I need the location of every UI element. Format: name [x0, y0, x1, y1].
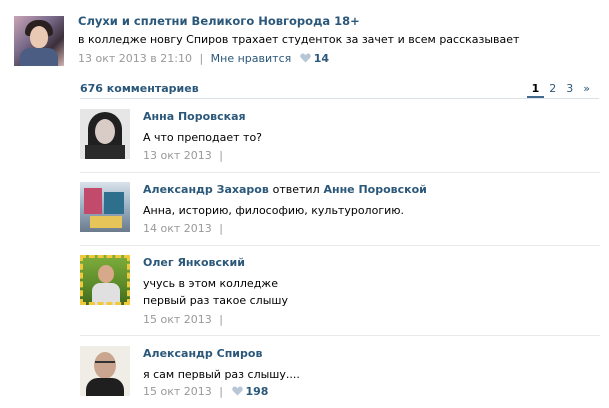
commenter-avatar[interactable]	[80, 182, 130, 232]
post-date[interactable]: 13 окт 2013 в 21:10	[78, 52, 192, 65]
avatar-shape	[84, 188, 102, 214]
meta-separator: |	[199, 52, 204, 65]
reply-word: ответил	[272, 183, 320, 196]
comment-author-line: Александр Захаров ответил Анне Поровской	[143, 183, 427, 196]
comment-meta: 13 окт 2013 |	[143, 149, 223, 162]
comment-text-line: учусь в этом колледже	[143, 277, 278, 290]
avatar-frame	[80, 255, 130, 305]
group-avatar[interactable]	[14, 16, 64, 66]
comment-text: я сам первый раз слышу....	[143, 368, 300, 381]
heart-icon[interactable]	[300, 53, 311, 66]
comment-date[interactable]: 14 окт 2013	[143, 222, 212, 235]
page-2-link[interactable]: 2	[544, 80, 561, 98]
avatar-face	[95, 119, 115, 144]
avatar-face	[30, 26, 48, 48]
comment-text: учусь в этом колледже первый раз такое с…	[143, 275, 288, 309]
comment-date[interactable]: 15 окт 2013	[143, 385, 212, 398]
comment-item: Александр Спиров я сам первый раз слышу.…	[80, 346, 600, 406]
post-author-link[interactable]: Слухи и сплетни Великого Новгорода 18+	[78, 14, 360, 28]
heart-icon[interactable]	[231, 386, 243, 399]
like-count[interactable]: 14	[314, 52, 329, 65]
comment-text: А что преподает то?	[143, 131, 263, 144]
header-divider	[80, 98, 599, 99]
comment-divider	[80, 172, 600, 173]
pagination: 1 2 3 »	[526, 80, 595, 98]
comment-divider	[80, 335, 600, 336]
post-meta: 13 окт 2013 в 21:10 | Мне нравится 14	[78, 52, 329, 66]
comment-text: Анна, историю, философию, культурологию.	[143, 204, 405, 217]
like-count[interactable]: 198	[246, 385, 269, 398]
comments-count-header[interactable]: 676 комментариев	[80, 82, 199, 95]
meta-separator: |	[219, 222, 223, 235]
comment-divider	[80, 245, 600, 246]
comment-date[interactable]: 15 окт 2013	[143, 313, 212, 326]
commenter-avatar[interactable]	[80, 255, 130, 305]
page-3-link[interactable]: 3	[561, 80, 578, 98]
avatar-shape	[90, 216, 122, 228]
comment-date[interactable]: 13 окт 2013	[143, 149, 212, 162]
comment-meta: 15 окт 2013 |	[143, 313, 223, 326]
comment-meta: 15 окт 2013 | 198	[143, 385, 268, 399]
like-button[interactable]: Мне нравится	[211, 52, 292, 65]
page-1-link[interactable]: 1	[526, 80, 545, 98]
comment-author-link[interactable]: Анна Поровская	[143, 110, 246, 123]
comment-item: Александр Захаров ответил Анне Поровской…	[80, 182, 600, 242]
post-text: в колледже новгу Спиров трахает студенто…	[78, 33, 520, 46]
avatar-glasses	[95, 361, 115, 368]
comment-author-link[interactable]: Олег Янковский	[143, 256, 245, 269]
comment-author-link[interactable]: Александр Спиров	[143, 347, 262, 360]
meta-separator: |	[219, 385, 223, 398]
comment-item: Олег Янковский учусь в этом колледже пер…	[80, 255, 600, 331]
commenter-avatar[interactable]	[80, 346, 130, 396]
comment-meta: 14 окт 2013 |	[143, 222, 223, 235]
avatar-shirt	[20, 48, 58, 66]
reply-to-link[interactable]: Анне Поровской	[323, 183, 426, 196]
comment-text-line: первый раз такое слышу	[143, 294, 288, 307]
meta-separator: |	[219, 313, 223, 326]
next-page-link[interactable]: »	[578, 80, 595, 98]
post: Слухи и сплетни Великого Новгорода 18+ в…	[14, 12, 604, 72]
commenter-avatar[interactable]	[80, 109, 130, 159]
meta-separator: |	[219, 149, 223, 162]
avatar-body	[86, 378, 124, 396]
avatar-body	[85, 145, 125, 159]
comment-author-link[interactable]: Александр Захаров	[143, 183, 269, 196]
comment-item: Анна Поровская А что преподает то? 13 ок…	[80, 109, 600, 169]
avatar-shape	[104, 192, 124, 214]
